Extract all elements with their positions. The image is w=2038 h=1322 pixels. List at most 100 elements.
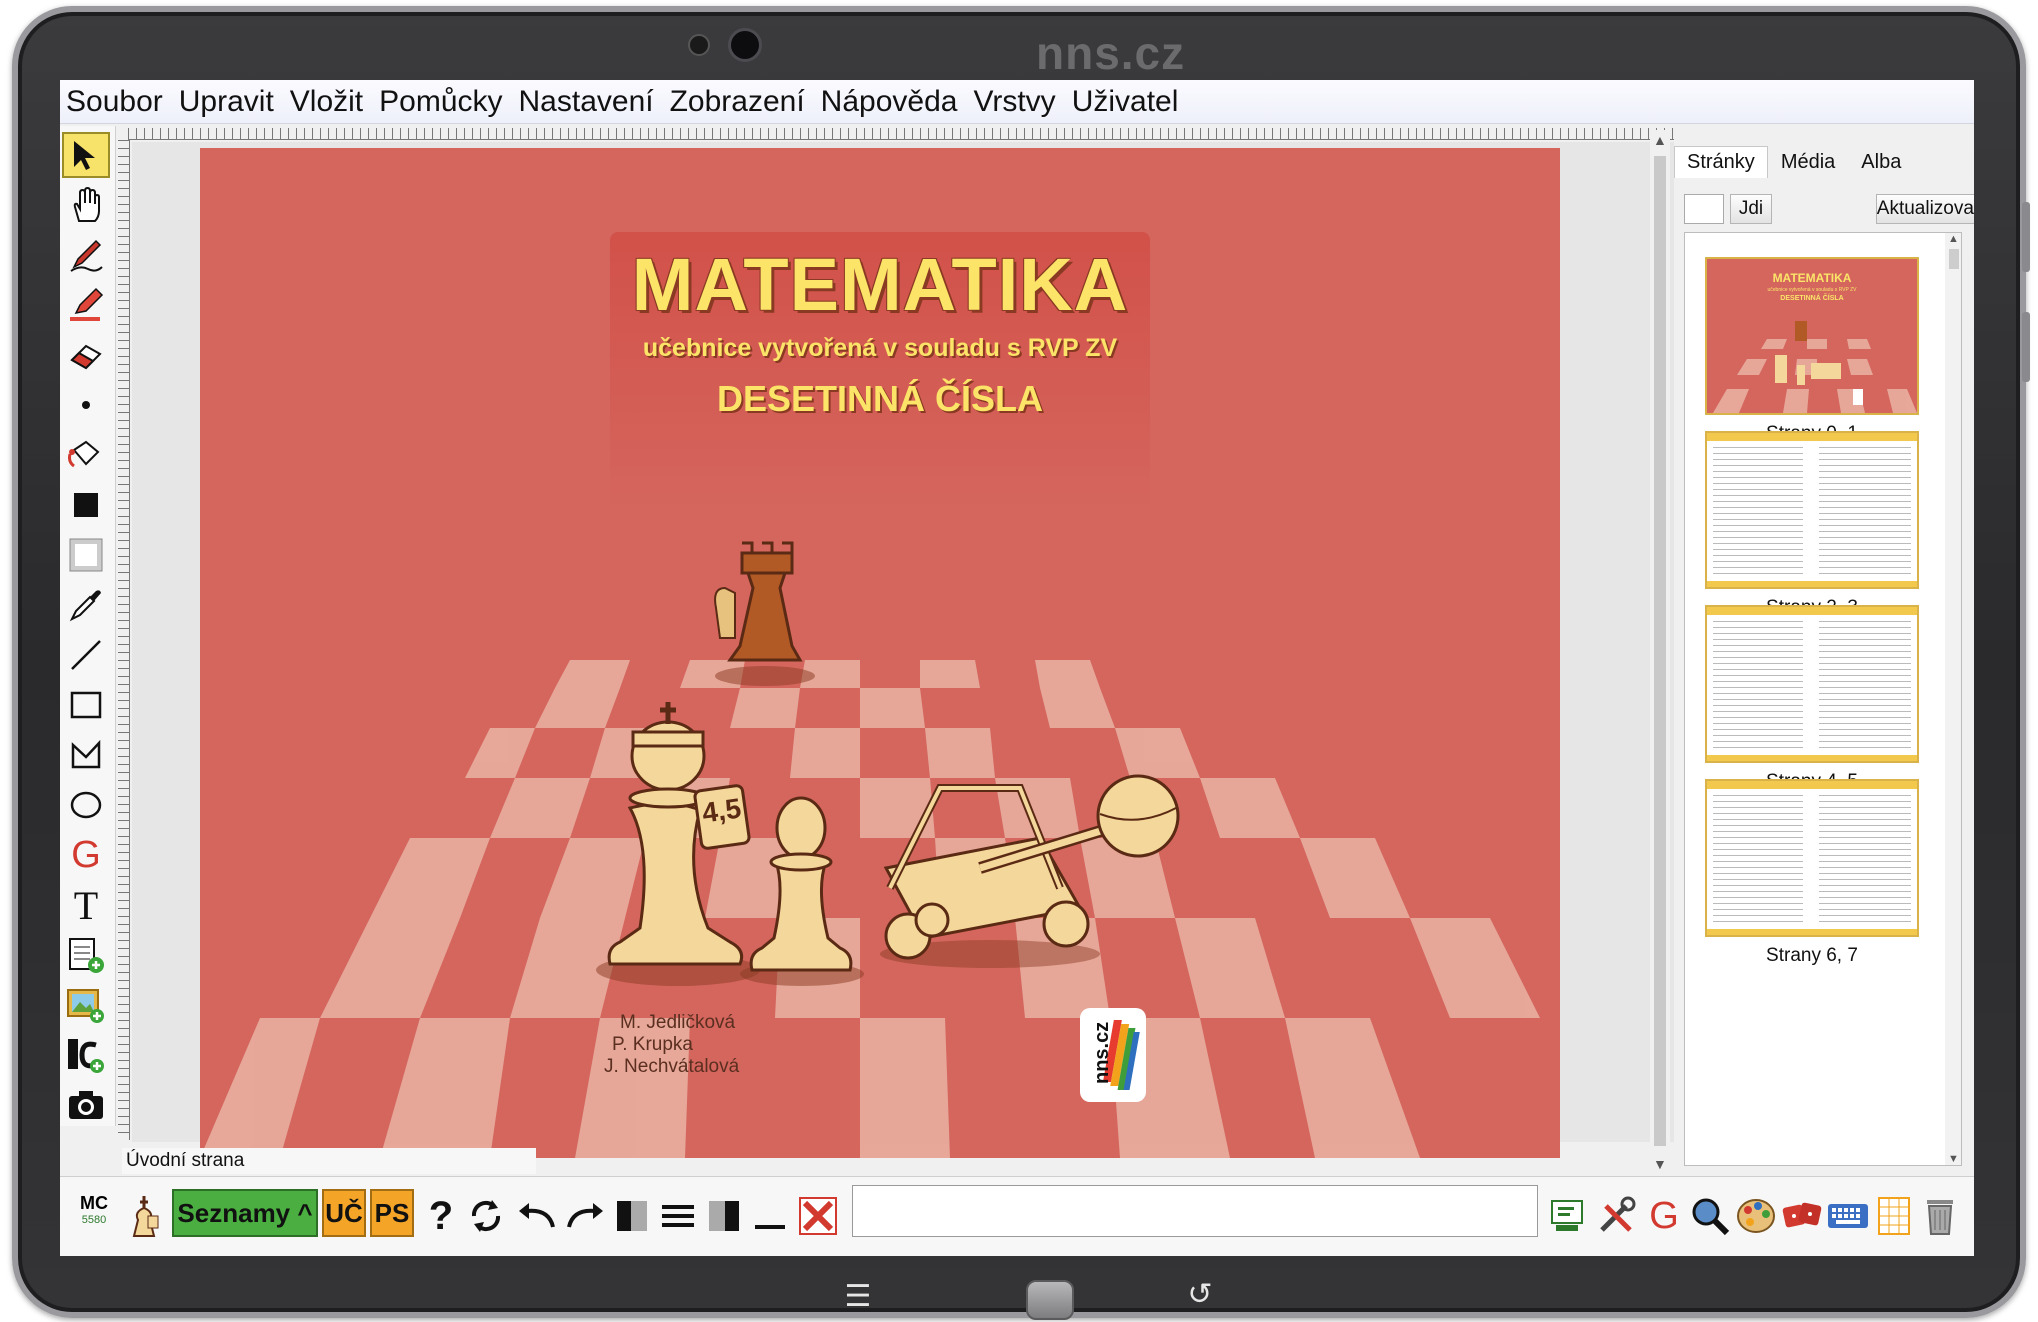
book-topic: DESETINNÁ ČÍSLA (716, 378, 1044, 419)
canvas-area[interactable]: 4,5 nns.cz MATEMATIKA učebnice vytvořená… (132, 142, 1710, 1158)
book-title: MATEMATIKA (631, 243, 1129, 326)
trash-icon[interactable] (1918, 1191, 1962, 1241)
line-tool-icon[interactable] (62, 632, 110, 678)
page-number-input[interactable] (1684, 194, 1724, 224)
eraser-icon[interactable] (62, 332, 110, 378)
tab-alba[interactable]: Alba (1848, 146, 1914, 178)
refresh-button[interactable]: Aktualizovat (1876, 194, 1974, 224)
author-3: J. Nechvátalová (604, 1056, 740, 1077)
camera-screenshot-icon[interactable] (62, 1082, 110, 1128)
canvas-vertical-scrollbar[interactable]: ▲ ▼ (1650, 130, 1670, 1174)
minimize-icon[interactable] (750, 1191, 790, 1241)
help-icon[interactable]: ? (424, 1191, 458, 1241)
title-panel: MATEMATIKA učebnice vytvořená v souladu … (610, 232, 1150, 512)
menu-vrstvy[interactable]: Vrstvy (973, 85, 1055, 119)
calc-display-label: 4,5 (700, 792, 743, 828)
keyboard-icon[interactable] (1826, 1191, 1870, 1241)
tab-stranky[interactable]: Stránky (1674, 146, 1768, 178)
thumbnail-page (1705, 605, 1919, 763)
horizontal-ruler (128, 128, 1718, 140)
curtain-right-icon[interactable] (704, 1191, 744, 1241)
ellipse-tool-icon[interactable] (62, 782, 110, 828)
thumbnail-item[interactable]: Strany 6, 7 (1705, 779, 1919, 967)
menu-uzivatel[interactable]: Uživatel (1072, 85, 1179, 119)
menu-vlozit[interactable]: Vložit (290, 85, 363, 119)
thumbs-scroll-up-icon[interactable]: ▲ (1948, 233, 1959, 245)
hand-pan-icon[interactable] (62, 182, 110, 228)
mc-label: MC (80, 1193, 108, 1213)
logo-text: nns.cz (1091, 1022, 1113, 1084)
close-red-icon[interactable] (796, 1191, 840, 1241)
rectangle-tool-icon[interactable] (62, 682, 110, 728)
seznamy-button[interactable]: Seznamy ^ (172, 1189, 318, 1237)
select-arrow-icon[interactable] (62, 132, 110, 178)
geometry-g-icon[interactable]: G (62, 832, 110, 878)
book-subtitle: učebnice vytvořená v souladu s RVP ZV (642, 334, 1118, 362)
calculator-grid-icon[interactable] (1872, 1191, 1916, 1241)
undo-icon[interactable] (514, 1191, 558, 1241)
bottom-toolbar: MC 5580 Seznamy ^ UČ PS ? G (60, 1176, 1974, 1256)
thumbnail-cover: MATEMATIKA učebnice vytvořená v souladu … (1705, 257, 1919, 415)
thumbs-scroll-thumb[interactable] (1949, 249, 1959, 269)
publisher-logo: nns.cz (1080, 1008, 1146, 1102)
tools-toolbar: G T (60, 126, 116, 1126)
vertical-ruler (118, 140, 130, 1140)
author-2: P. Krupka (612, 1034, 693, 1055)
fill-color-icon[interactable] (62, 482, 110, 528)
polygon-tool-icon[interactable] (62, 732, 110, 778)
menu-upravit[interactable]: Upravit (179, 85, 274, 119)
pen-icon[interactable] (62, 232, 110, 278)
device-brand: nns.cz (1036, 27, 1186, 79)
home-button[interactable] (1026, 1280, 1074, 1320)
tab-media[interactable]: Média (1768, 146, 1848, 178)
curtain-left-icon[interactable] (612, 1191, 652, 1241)
thumbnail-page (1705, 431, 1919, 589)
thumbs-scroll-down-icon[interactable]: ▼ (1948, 1153, 1959, 1165)
scroll-down-icon[interactable]: ▼ (1653, 1156, 1667, 1172)
thumbnail-item[interactable]: MATEMATIKA učebnice vytvořená v souladu … (1705, 257, 1919, 445)
thumbnail-page (1705, 779, 1919, 937)
thumbnail-item[interactable]: Strany 4, 5 (1705, 605, 1919, 793)
scroll-up-icon[interactable]: ▲ (1653, 132, 1667, 148)
refresh-cycle-icon[interactable] (464, 1191, 508, 1241)
command-input[interactable] (852, 1185, 1538, 1237)
panel-tabs: Stránky Média Alba (1674, 146, 1914, 178)
highlighter-icon[interactable] (62, 282, 110, 328)
add-image-icon[interactable] (62, 982, 110, 1028)
go-button[interactable]: Jdi (1730, 194, 1772, 224)
menu-zobrazeni[interactable]: Zobrazení (670, 85, 805, 119)
palette-icon[interactable] (1734, 1191, 1778, 1241)
interactive-board-icon[interactable] (1546, 1191, 1590, 1241)
app-screen: Soubor Upravit Vložit Pomůcky Nastavení … (60, 80, 1974, 1256)
menu-nav-icon[interactable]: ☰ (838, 1282, 878, 1312)
menu-napoveda[interactable]: Nápověda (821, 85, 958, 119)
add-note-icon[interactable] (62, 932, 110, 978)
dot-size-icon[interactable] (62, 382, 110, 428)
dice-icon[interactable] (1780, 1191, 1824, 1241)
scroll-thumb[interactable] (1654, 156, 1666, 1146)
thumbnails-scrollbar[interactable]: ▲ ▼ (1945, 233, 1961, 1165)
ps-button[interactable]: PS (370, 1189, 414, 1237)
menu-soubor[interactable]: Soubor (66, 85, 163, 119)
add-interactive-icon[interactable] (62, 1032, 110, 1078)
mc-badge[interactable]: MC 5580 (74, 1193, 114, 1226)
eyedropper-icon[interactable] (62, 582, 110, 628)
redo-icon[interactable] (564, 1191, 608, 1241)
line-color-icon[interactable] (62, 532, 110, 578)
menu-nastaveni[interactable]: Nastavení (519, 85, 654, 119)
zoom-magnifier-icon[interactable] (1688, 1191, 1732, 1241)
power-button (2022, 312, 2030, 382)
menu-pomucky[interactable]: Pomůcky (379, 85, 502, 119)
back-nav-icon[interactable]: ↺ (1180, 1280, 1220, 1310)
uc-button[interactable]: UČ (322, 1189, 366, 1237)
geogebra-g-icon[interactable]: G (1642, 1191, 1686, 1241)
volume-button (2022, 202, 2030, 272)
list-lines-icon[interactable] (658, 1191, 698, 1241)
thumbnail-item[interactable]: Strany 2, 3 (1705, 431, 1919, 619)
book-cover-page[interactable]: 4,5 nns.cz MATEMATIKA učebnice vytvořená… (200, 148, 1560, 1158)
fill-bucket-icon[interactable] (62, 432, 110, 478)
page-thumbnails-list[interactable]: MATEMATIKA učebnice vytvořená v souladu … (1684, 232, 1962, 1166)
tools-icon[interactable] (1594, 1191, 1638, 1241)
text-tool-icon[interactable]: T (62, 882, 110, 928)
mascot-king-icon[interactable] (124, 1191, 164, 1241)
